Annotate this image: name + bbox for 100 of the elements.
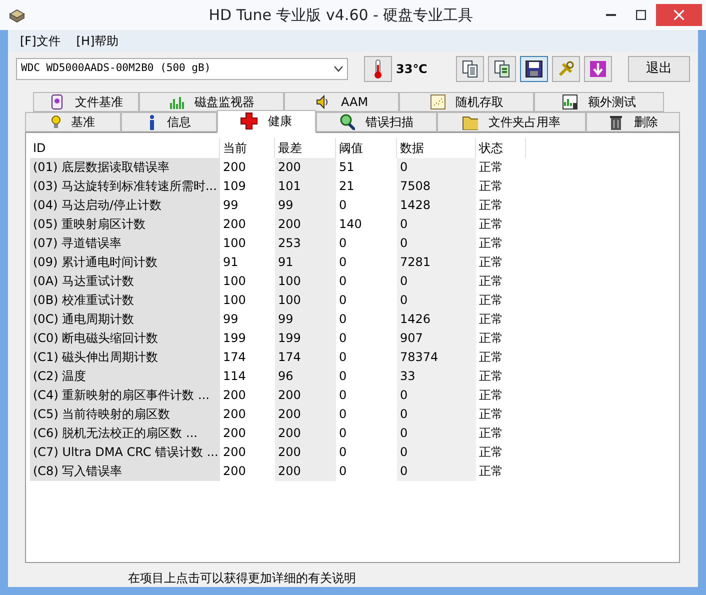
table-cell: 0 xyxy=(397,234,476,253)
light-bulb-icon xyxy=(51,114,62,130)
table-cell-text: 正常 xyxy=(478,235,504,252)
table-cell: 200 xyxy=(275,386,336,405)
exit-button[interactable]: 退出 xyxy=(628,56,690,82)
table-cell-text: 99 xyxy=(222,197,240,214)
table-cell: 99 xyxy=(275,196,336,215)
save-icon xyxy=(525,60,543,78)
table-cell: (C1) 磁头伸出周期计数 xyxy=(30,348,220,367)
table-cell: 253 xyxy=(275,234,336,253)
table-cell-text: 200 xyxy=(222,387,247,404)
table-cell-text: 正常 xyxy=(478,463,504,480)
menu-item[interactable]: [H]帮助 xyxy=(68,30,127,52)
tab[interactable]: 文件夹占用率 xyxy=(436,112,586,132)
table-cell-text: 正常 xyxy=(478,159,504,176)
column-header[interactable]: 状态 xyxy=(476,138,526,158)
table-cell-text: 99 xyxy=(222,311,240,328)
table-cell-text: 0 xyxy=(338,368,348,386)
table-cell: (0A) 马达重试计数 xyxy=(30,272,220,291)
table-cell: (C4) 重新映射的扇区事件计数 ... xyxy=(30,386,220,405)
table-cell: (05) 重映射扇区计数 xyxy=(30,214,220,234)
wrench-icon xyxy=(557,60,575,78)
close-button[interactable] xyxy=(656,4,702,26)
toolbar-button[interactable] xyxy=(520,56,548,82)
table-cell: (C5) 当前待映射的扇区数 xyxy=(30,404,220,424)
tab[interactable]: 额外测试 xyxy=(534,92,664,112)
copy-icon xyxy=(461,60,479,78)
document-icon xyxy=(49,94,65,110)
table-cell-text: 174 xyxy=(222,349,247,366)
chart-icon xyxy=(562,94,578,110)
copy-icon xyxy=(493,60,511,78)
table-cell: 0 xyxy=(397,404,476,424)
table-cell: 199 xyxy=(275,328,336,348)
tab[interactable]: 健康 xyxy=(216,110,316,133)
column-header[interactable]: 当前 xyxy=(220,138,275,158)
table-cell: 0 xyxy=(397,462,476,481)
tab[interactable]: 删除 xyxy=(586,112,680,132)
table-cell: 0 xyxy=(397,272,476,291)
table-cell: 200 xyxy=(275,404,336,424)
table-cell-text: 正常 xyxy=(478,349,504,366)
table-cell-text: 109 xyxy=(222,178,247,196)
tab[interactable]: 基准 xyxy=(25,112,122,132)
table-cell-text: 0 xyxy=(338,349,348,366)
table-cell-text: 正常 xyxy=(478,311,504,328)
table-cell-text: 0 xyxy=(338,197,348,214)
table-cell-text: 正常 xyxy=(478,406,504,424)
menu-item[interactable]: [F]文件 xyxy=(12,30,68,52)
tab[interactable]: 信息 xyxy=(121,112,217,132)
table-cell: 200 xyxy=(275,214,336,234)
table-cell: 0 xyxy=(397,386,476,405)
table-cell: (0B) 校准重试计数 xyxy=(30,290,220,310)
table-cell-text: 0 xyxy=(338,330,348,348)
table-cell: 100 xyxy=(275,290,336,310)
table-cell-text: 正常 xyxy=(478,254,504,272)
table-cell-text: 200 xyxy=(222,444,247,462)
table-cell-text: 正常 xyxy=(478,197,504,214)
table-cell-text: 200 xyxy=(222,406,247,424)
table-cell: 33 xyxy=(397,366,476,386)
table-cell-text: 0 xyxy=(338,406,348,424)
table-cell-text: 199 xyxy=(222,330,247,348)
caret-icon xyxy=(334,66,343,72)
thermometer-button[interactable] xyxy=(364,56,392,82)
toolbar-button[interactable] xyxy=(488,56,516,82)
table-cell-text: 0 xyxy=(338,273,348,290)
table-cell-text: 0 xyxy=(338,387,348,404)
table-cell-text: 140 xyxy=(338,216,363,234)
table-cell: 0 xyxy=(397,158,476,177)
table-cell-text: 0 xyxy=(338,235,348,252)
table-cell-text: 91 xyxy=(222,254,240,272)
tab[interactable]: 错误扫描 xyxy=(316,112,437,132)
table-cell-text: 正常 xyxy=(478,444,504,462)
tab[interactable]: 磁盘监视器 xyxy=(139,92,284,112)
table-cell-text: 100 xyxy=(222,273,247,290)
table-cell: (03) 马达旋转到标准转速所需时... xyxy=(30,176,220,196)
thermometer-icon xyxy=(373,58,383,79)
tab[interactable]: AAM xyxy=(284,92,399,112)
table-cell: 7508 xyxy=(397,176,476,196)
table-cell-text: 0 xyxy=(338,463,348,480)
table-cell: (C6) 脱机无法校正的扇区数 ... xyxy=(30,424,220,443)
table-cell-text: 正常 xyxy=(478,330,504,348)
table-cell-text: 0 xyxy=(338,292,348,310)
tab[interactable]: 随机存取 xyxy=(399,92,534,112)
drive-dropdown[interactable]: WDC WD5000AADS-00M2B0 (500 gB) xyxy=(16,58,348,80)
table-cell: (C0) 断电磁头缩回计数 xyxy=(30,328,220,348)
toolbar-button[interactable] xyxy=(456,56,484,82)
tab[interactable]: 文件基准 xyxy=(33,92,139,112)
temperature-reading: 33℃ xyxy=(396,60,428,78)
table-cell: 78374 xyxy=(397,348,476,367)
table-cell-text: 正常 xyxy=(478,273,504,290)
table-cell-text: 正常 xyxy=(478,368,504,386)
table-cell: (07) 寻道错误率 xyxy=(30,234,220,253)
table-cell: 174 xyxy=(275,348,336,367)
table-cell-text: 正常 xyxy=(478,292,504,310)
table-cell: (01) 底层数据读取错误率 xyxy=(30,158,220,177)
table-cell: 200 xyxy=(275,462,336,481)
table-cell: 1426 xyxy=(397,310,476,329)
table-cell: (0C) 通电周期计数 xyxy=(30,310,220,329)
column-header[interactable]: 阈值 xyxy=(336,138,397,158)
table-cell-text: 正常 xyxy=(478,387,504,404)
window-title: HD Tune 专业版 v4.60 - 硬盘专业工具 xyxy=(208,4,474,26)
